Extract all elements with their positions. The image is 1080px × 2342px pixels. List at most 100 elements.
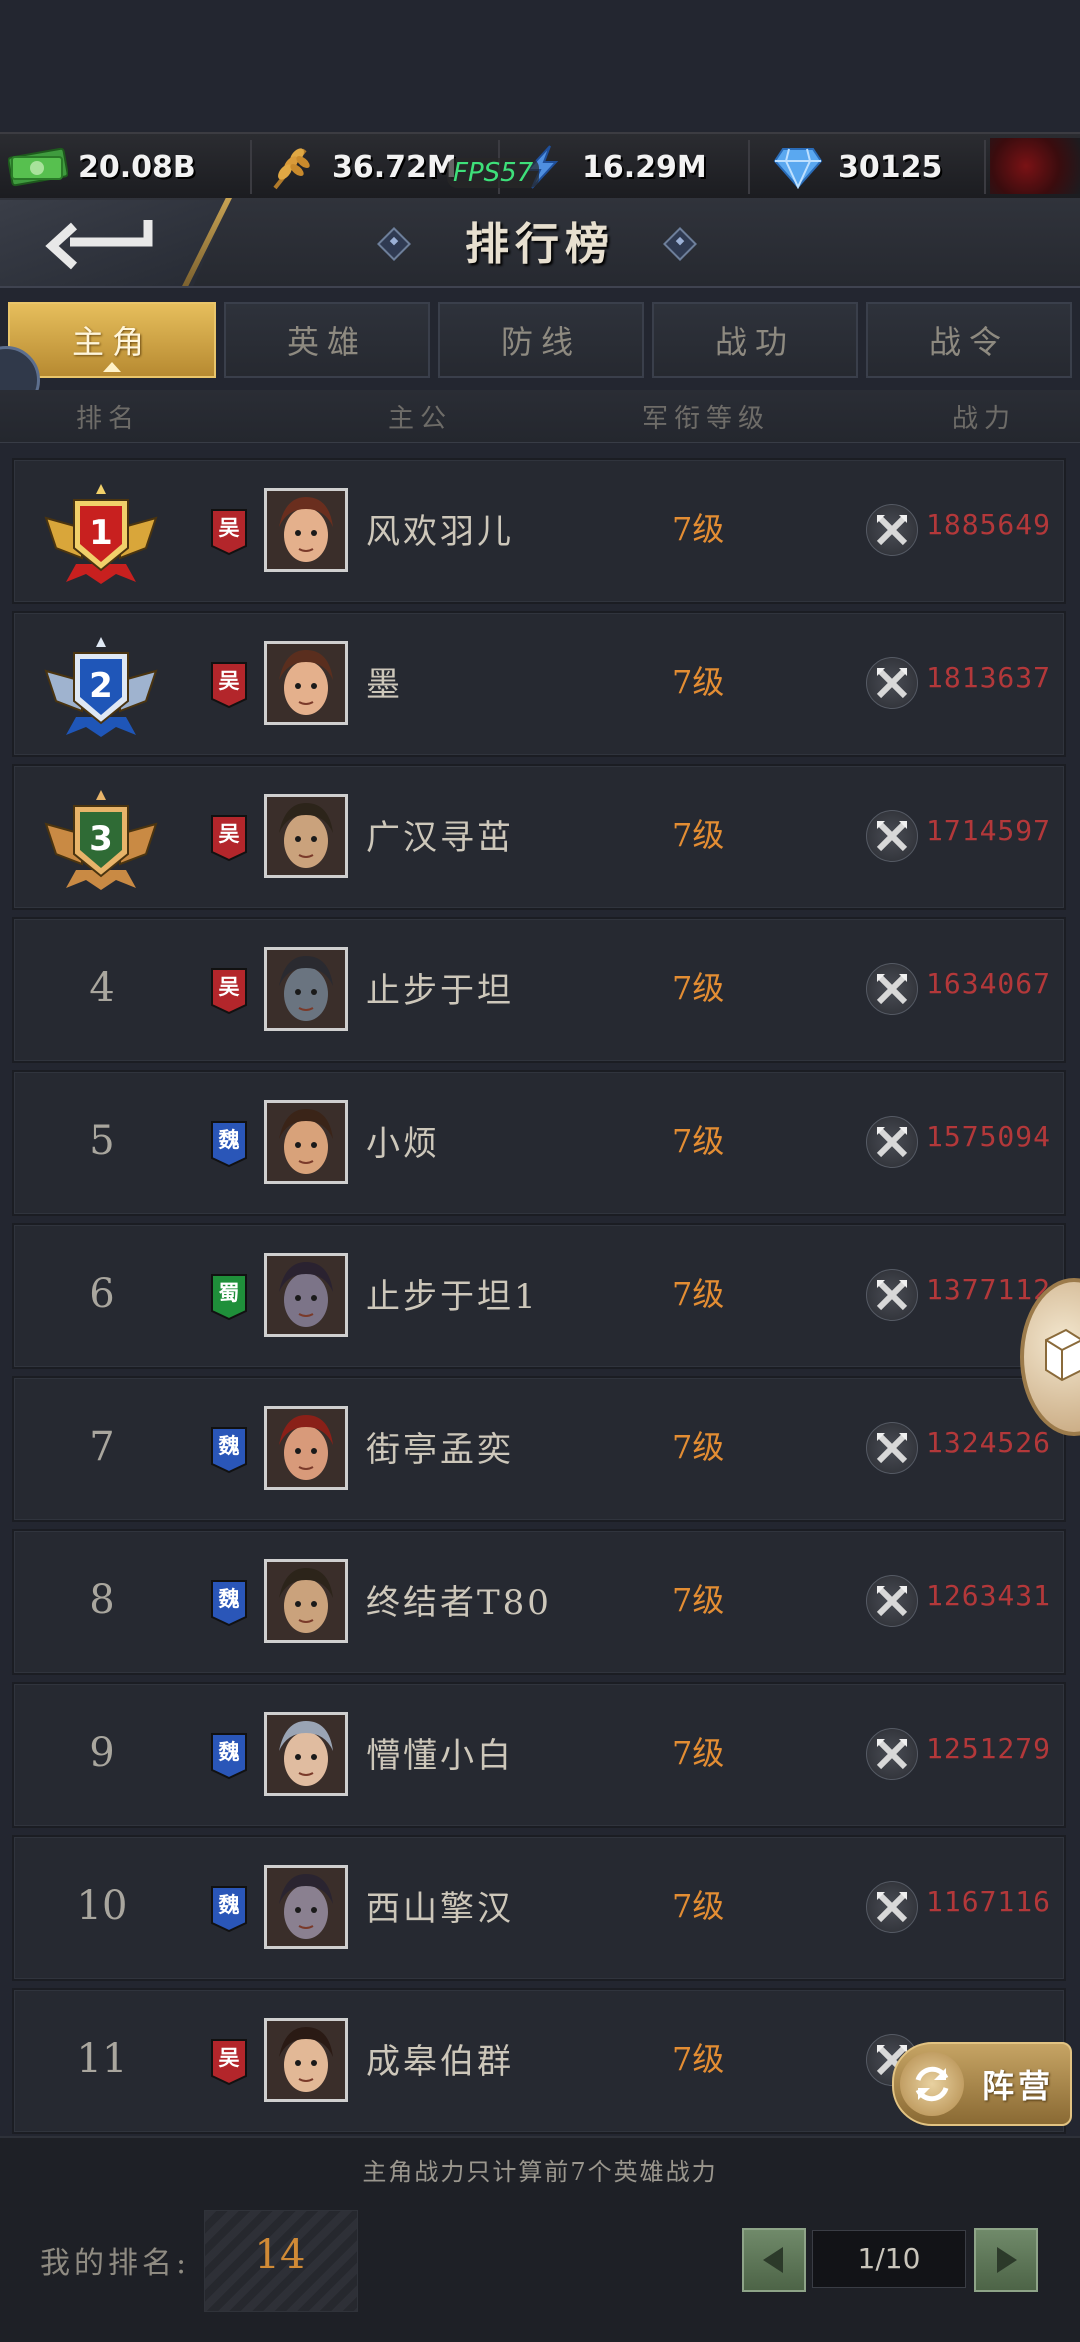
rank-number: 9 (89, 1730, 115, 1776)
faction-label: 吴 (218, 2045, 240, 2070)
next-page-button[interactable] (974, 2228, 1038, 2292)
camp-button-label: 阵营 (982, 2067, 1055, 2105)
rank-number: 7 (89, 1424, 115, 1470)
player-power: 1263431 (926, 1579, 1052, 1612)
list-item[interactable]: 5 魏 小烦 7级 1575094 (12, 1070, 1066, 1216)
fps-counter: FPS57 (447, 158, 540, 188)
faction-label: 魏 (218, 1586, 240, 1611)
player-rank-level: 7级 (672, 2040, 725, 2078)
rank-number: 4 (89, 965, 115, 1011)
avatar[interactable] (264, 1253, 348, 1337)
swords-icon (866, 1422, 918, 1474)
faction-badge: 吴 (210, 967, 248, 1015)
player-power: 1324526 (926, 1426, 1052, 1459)
rank-medal-icon: 3 (44, 790, 158, 890)
list-item[interactable]: 10 魏 西山擎汉 7级 1167116 (12, 1835, 1066, 1981)
avatar[interactable] (264, 1712, 348, 1796)
faction-label: 吴 (218, 515, 240, 540)
column-rank: 排名 (76, 404, 141, 434)
column-power: 战力 (952, 404, 1017, 434)
player-name: 风欢羽儿 (366, 512, 514, 552)
player-name: 广汉寻茁 (366, 818, 514, 858)
avatar[interactable] (264, 641, 348, 725)
arrow-right-icon (997, 2247, 1017, 2273)
avatar[interactable] (264, 1865, 348, 1949)
cash-icon (8, 142, 68, 192)
tab-heroes[interactable]: 英雄 (224, 302, 430, 378)
tab-defense[interactable]: 防线 (438, 302, 644, 378)
resource-grain-value: 36.72M (332, 149, 457, 185)
arrow-left-icon (763, 2247, 783, 2273)
faction-badge: 魏 (210, 1579, 248, 1627)
power-note: 主角战力只计算前7个英雄战力 (362, 2158, 718, 2186)
camp-button[interactable]: 阵营 (892, 2042, 1072, 2126)
faction-label: 魏 (218, 1739, 240, 1764)
faction-badge: 吴 (210, 814, 248, 862)
player-name: 成皋伯群 (366, 2042, 514, 2082)
player-power: 1251279 (926, 1732, 1052, 1765)
avatar[interactable] (264, 1559, 348, 1643)
swords-icon (866, 1881, 918, 1933)
list-item[interactable]: 4 吴 止步于坦 7级 1634067 (12, 917, 1066, 1063)
faction-badge: 魏 (210, 1732, 248, 1780)
faction-label: 吴 (218, 974, 240, 999)
grain-icon (262, 142, 322, 192)
faction-label: 魏 (218, 1433, 240, 1458)
player-rank-level: 7级 (672, 1122, 725, 1160)
list-item[interactable]: 9 魏 懵懂小白 7级 1251279 (12, 1682, 1066, 1828)
list-item[interactable]: 3 吴 广汉寻茁 7级 1714597 (12, 764, 1066, 910)
list-item[interactable]: 7 魏 街亭孟奕 7级 1324526 (12, 1376, 1066, 1522)
player-power: 1714597 (926, 814, 1052, 847)
page-indicator: 1/10 (812, 2230, 966, 2288)
player-rank-level: 7级 (672, 1887, 725, 1925)
list-item[interactable]: 2 吴 墨 7级 1813637 (12, 611, 1066, 757)
column-lord: 主公 (388, 404, 453, 434)
player-power: 1575094 (926, 1120, 1052, 1153)
player-rank-level: 7级 (672, 1581, 725, 1619)
faction-badge: 吴 (210, 508, 248, 556)
faction-label: 蜀 (218, 1280, 240, 1305)
divider (250, 140, 252, 194)
tab-protagonist[interactable]: 主角 (8, 302, 216, 378)
swords-icon (866, 963, 918, 1015)
player-name: 墨 (366, 665, 403, 705)
tab-label: 战功 (714, 323, 795, 361)
player-rank-level: 7级 (672, 816, 725, 854)
list-item[interactable]: 6 蜀 止步于坦1 7级 1377112 (12, 1223, 1066, 1369)
swords-icon (866, 1728, 918, 1780)
player-name: 止步于坦1 (366, 1277, 539, 1317)
avatar[interactable] (264, 947, 348, 1031)
player-name: 终结者T80 (366, 1583, 552, 1623)
swords-icon (866, 810, 918, 862)
list-item[interactable]: 8 魏 终结者T80 7级 1263431 (12, 1529, 1066, 1675)
back-arrow-icon (45, 220, 153, 270)
faction-badge: 魏 (210, 1426, 248, 1474)
column-rank-level: 军衔等级 (642, 404, 771, 434)
faction-label: 吴 (218, 821, 240, 846)
refresh-icon (900, 2052, 964, 2116)
player-rank-level: 7级 (672, 969, 725, 1007)
avatar[interactable] (264, 488, 348, 572)
rank-number: 10 (76, 1883, 128, 1929)
list-item[interactable]: 1 吴 风欢羽儿 7级 1885649 (12, 458, 1066, 604)
player-power: 1885649 (926, 508, 1052, 541)
player-power: 1377112 (926, 1273, 1052, 1306)
avatar[interactable] (264, 2018, 348, 2102)
prev-page-button[interactable] (742, 2228, 806, 2292)
rank-medal-icon: 1 (44, 484, 158, 584)
red-resource-badge[interactable] (990, 138, 1080, 194)
player-rank-level: 7级 (672, 1428, 725, 1466)
swords-icon (866, 504, 918, 556)
swords-icon (866, 657, 918, 709)
back-button[interactable] (0, 200, 230, 286)
medal-rank-number: 2 (89, 666, 113, 706)
resource-energy-value: 16.29M (582, 149, 707, 185)
avatar[interactable] (264, 1406, 348, 1490)
box-icon (1045, 1328, 1080, 1382)
resource-cash-value: 20.08B (78, 149, 196, 185)
faction-label: 魏 (218, 1892, 240, 1917)
tab-battle-pass[interactable]: 战令 (866, 302, 1072, 378)
avatar[interactable] (264, 1100, 348, 1184)
avatar[interactable] (264, 794, 348, 878)
tab-merits[interactable]: 战功 (652, 302, 858, 378)
